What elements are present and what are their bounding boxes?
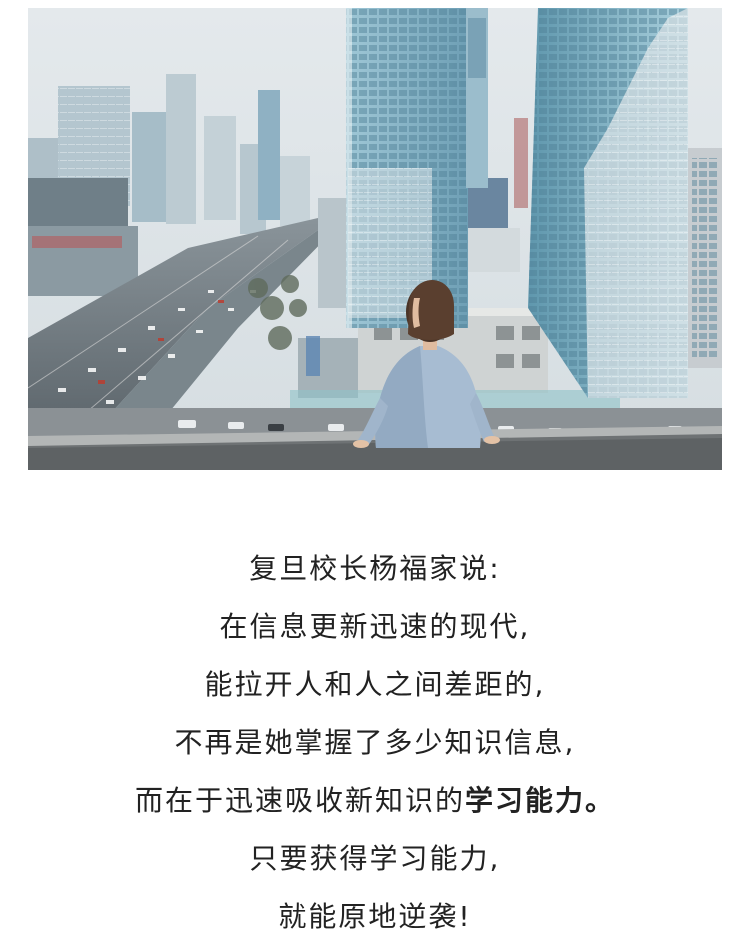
quote-line-5-normal: 而在于迅速吸收新知识的 bbox=[134, 784, 465, 817]
quote-line-5: 而在于迅速吸收新知识的学习能力。 bbox=[0, 772, 750, 830]
quote-line-6: 只要获得学习能力, bbox=[249, 842, 501, 875]
quote-line-5-bold: 学习能力。 bbox=[465, 784, 616, 817]
quote-text-block: 复旦校长杨福家说: 在信息更新迅速的现代, 能拉开人和人之间差距的, 不再是她掌… bbox=[0, 540, 750, 946]
quote-line-1: 复旦校长杨福家说: bbox=[249, 552, 501, 585]
quote-line-4: 不再是她掌握了多少知识信息, bbox=[174, 726, 576, 759]
city-rooftop-illustration bbox=[28, 8, 722, 470]
city-rooftop-photo bbox=[28, 8, 722, 470]
quote-line-7: 就能原地逆袭! bbox=[278, 900, 472, 933]
central-glass-tower bbox=[346, 8, 488, 328]
quote-line-3: 能拉开人和人之间差距的, bbox=[204, 668, 546, 701]
quote-line-2: 在信息更新迅速的现代, bbox=[219, 610, 531, 643]
